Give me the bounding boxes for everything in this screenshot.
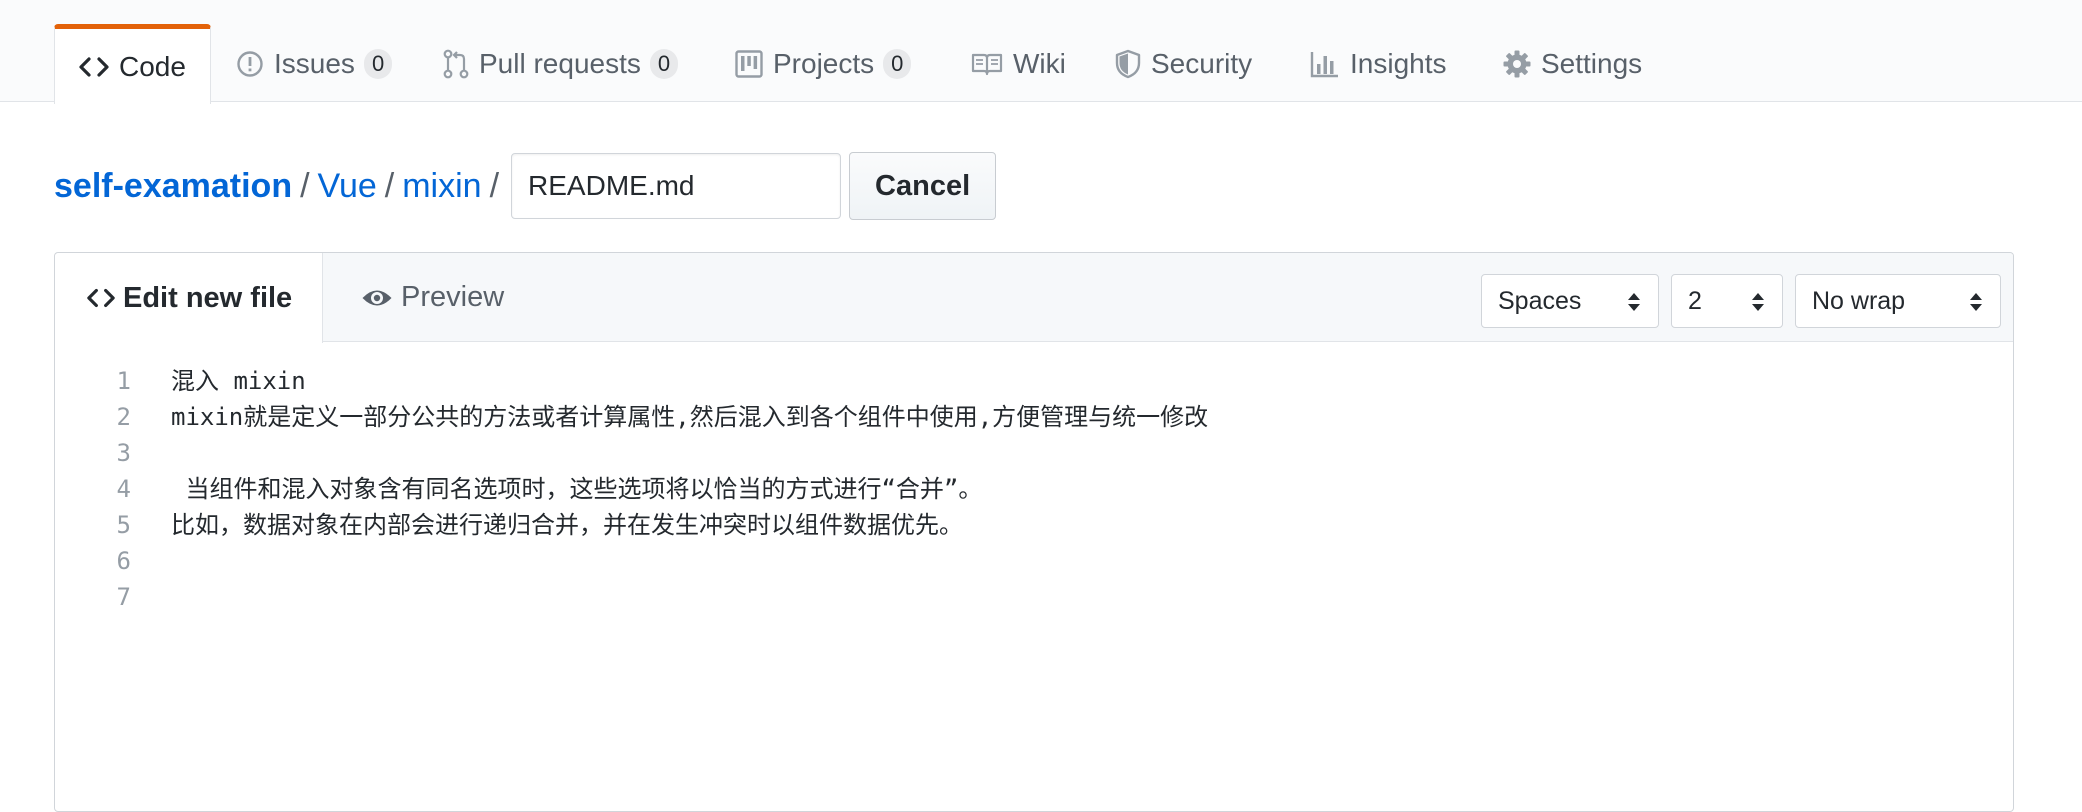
gear-icon [1503, 50, 1531, 78]
projects-count-badge: 0 [883, 48, 912, 79]
tab-pull-requests[interactable]: Pull requests 0 [443, 24, 679, 103]
select-value: No wrap [1812, 286, 1906, 315]
line-text: 当组件和混入对象含有同名选项时，这些选项将以恰当的方式进行“合并”。 [171, 475, 983, 503]
project-icon [735, 49, 763, 78]
code-line: 2 mixin就是定义一部分公共的方法或者计算属性,然后混入到各个组件中使用,方… [55, 399, 2013, 435]
line-text: mixin就是定义一部分公共的方法或者计算属性,然后混入到各个组件中使用,方便管… [171, 403, 1209, 431]
code-editor-area[interactable]: 1 混入 mixin 2 mixin就是定义一部分公共的方法或者计算属性,然后混… [55, 363, 2013, 615]
tab-security[interactable]: Security [1115, 24, 1252, 103]
line-wrap-select[interactable]: No wrap [1795, 274, 2001, 328]
tab-label: Wiki [1013, 47, 1066, 79]
breadcrumb: self-examation / Vue / mixin / Cancel [54, 152, 997, 220]
code-line: 7 [55, 579, 2013, 615]
code-line: 3 [55, 435, 2013, 471]
filename-input[interactable] [511, 153, 842, 219]
breadcrumb-folder-mixin[interactable]: mixin [402, 167, 481, 206]
tab-label: Code [119, 50, 186, 82]
tab-preview[interactable]: Preview [361, 253, 504, 342]
tab-settings[interactable]: Settings [1503, 24, 1642, 103]
select-value: 2 [1688, 286, 1702, 315]
tab-label: Preview [401, 281, 505, 313]
tab-label: Edit new file [123, 281, 293, 314]
breadcrumb-separator: / [384, 166, 395, 205]
line-number: 6 [116, 547, 131, 575]
line-number: 1 [116, 367, 131, 395]
tab-issues[interactable]: Issues 0 [236, 24, 393, 103]
select-arrows-icon [1968, 290, 1984, 321]
code-line: 1 混入 mixin [55, 363, 2013, 399]
tab-label: Issues [274, 47, 355, 79]
tab-projects[interactable]: Projects 0 [735, 24, 912, 103]
line-text: 比如，数据对象在内部会进行递归合并，并在发生冲突时以组件数据优先。 [171, 511, 963, 539]
git-pull-request-icon [443, 49, 469, 79]
tab-edit-new-file[interactable]: Edit new file [55, 253, 323, 343]
breadcrumb-separator: / [489, 166, 500, 205]
select-value: Spaces [1498, 286, 1582, 315]
breadcrumb-separator: / [300, 166, 310, 205]
editor-header: Edit new file Preview Spaces 2 No wrap [55, 253, 2013, 343]
shield-icon [1115, 49, 1141, 79]
line-number: 7 [116, 583, 131, 611]
tab-label: Projects [773, 47, 875, 79]
tab-label: Pull requests [479, 47, 641, 79]
code-icon [87, 286, 115, 310]
pull-requests-count-badge: 0 [649, 48, 679, 79]
issues-count-badge: 0 [363, 48, 393, 79]
book-icon [971, 52, 1003, 76]
cancel-button[interactable]: Cancel [849, 152, 997, 220]
code-line: 4 当组件和混入对象含有同名选项时，这些选项将以恰当的方式进行“合并”。 [55, 471, 2013, 507]
tab-code[interactable]: Code [54, 24, 211, 104]
code-icon [79, 55, 109, 79]
repo-nav: Code Issues 0 Pull requests 0 Projects 0… [0, 0, 2082, 104]
indent-size-select[interactable]: 2 [1671, 274, 1783, 328]
line-number: 3 [116, 439, 131, 467]
code-line: 5 比如，数据对象在内部会进行递归合并，并在发生冲突时以组件数据优先。 [55, 507, 2013, 543]
tab-label: Security [1151, 47, 1253, 79]
line-number: 5 [116, 511, 131, 539]
indent-mode-select[interactable]: Spaces [1481, 274, 1659, 328]
line-number: 2 [116, 403, 131, 431]
breadcrumb-folder-vue[interactable]: Vue [318, 167, 377, 206]
breadcrumb-repo-link[interactable]: self-examation [54, 167, 292, 206]
tab-label: Settings [1541, 47, 1643, 79]
line-text: 混入 mixin [171, 367, 306, 395]
tab-insights[interactable]: Insights [1310, 24, 1447, 103]
eye-icon [361, 286, 393, 310]
file-editor: Edit new file Preview Spaces 2 No wrap 1… [54, 252, 2014, 812]
tab-wiki[interactable]: Wiki [971, 24, 1066, 103]
tab-label: Insights [1350, 47, 1447, 79]
select-arrows-icon [1626, 290, 1642, 321]
graph-icon [1310, 50, 1340, 78]
code-line: 6 [55, 543, 2013, 579]
issue-opened-icon [236, 50, 264, 78]
select-arrows-icon [1750, 290, 1766, 321]
line-number: 4 [116, 475, 131, 503]
